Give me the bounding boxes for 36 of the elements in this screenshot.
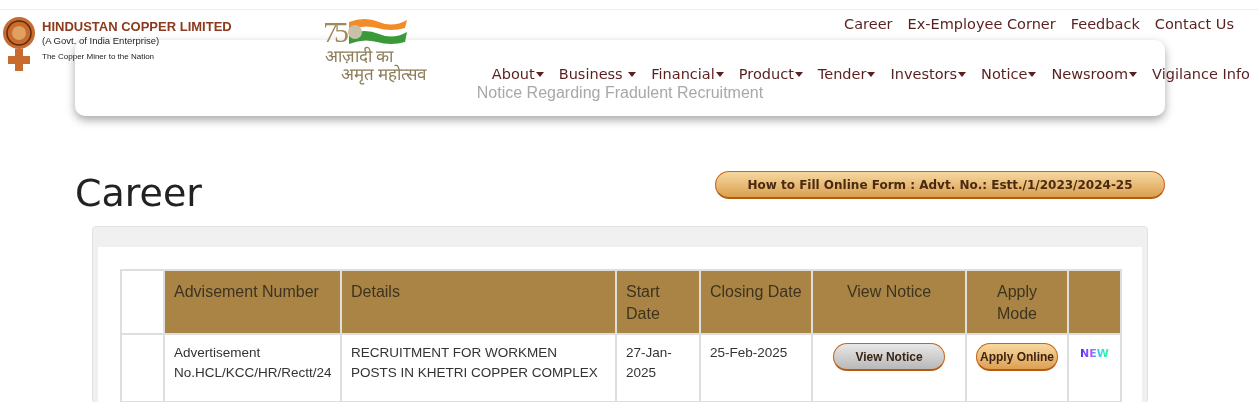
table-cell: Advertisement No.HCL/KCC/HR/Rectt/24 xyxy=(164,334,341,402)
column-header: Advisement Number xyxy=(164,270,341,334)
column-header: View Notice xyxy=(812,270,966,334)
help-button[interactable]: How to Fill Online Form : Advt. No.: Estt./1/2023/2024-25 xyxy=(715,171,1165,199)
column-header: Apply Mode xyxy=(966,270,1068,334)
nav-link[interactable]: Business xyxy=(558,66,637,82)
company-subtitle: (A Govt. of India Enterprise) xyxy=(42,35,161,46)
column-header: Start Date xyxy=(616,270,700,334)
company-tagline: The Copper Miner to the Nation xyxy=(42,52,156,61)
top-link[interactable]: Contact Us xyxy=(1154,16,1234,32)
apply-online-button[interactable]: Apply Online xyxy=(976,343,1058,371)
nav-link[interactable]: About xyxy=(491,66,544,82)
company-name: HINDUSTAN COPPER LIMITED xyxy=(42,19,232,34)
nav-label: About xyxy=(491,66,535,82)
top-link[interactable]: Career xyxy=(844,16,893,32)
top-link[interactable]: Ex-Employee Corner xyxy=(907,16,1056,32)
table-cell: RECRUITMENT FOR WORKMEN POSTS IN KHETRI COPPER COMPLEX xyxy=(341,334,616,402)
page-title: Career xyxy=(75,179,202,207)
column-header: Closing Date xyxy=(700,270,812,334)
company-logo-icon[interactable] xyxy=(2,16,36,72)
nav-link[interactable]: Tender xyxy=(817,66,876,82)
table-cell: 27-Jan-2025 xyxy=(616,334,700,402)
logo-hindi-text: अमृत महोत्सव xyxy=(341,66,428,84)
nav-label: Notice xyxy=(981,66,1028,82)
company-logo-icon xyxy=(3,17,35,71)
new-badge: NEW xyxy=(1080,347,1109,360)
nav-link[interactable]: Notice xyxy=(981,66,1037,82)
view-notice-button[interactable]: View Notice xyxy=(833,343,945,371)
table-cell: 25-Feb-2025 xyxy=(700,334,812,402)
nav-label: Business xyxy=(558,66,624,82)
top-link[interactable]: Feedback xyxy=(1070,16,1140,32)
logo-number: 75 xyxy=(323,16,345,48)
logo-hindi-text: आज़ादी का xyxy=(325,48,394,66)
nav-label: Tender xyxy=(817,66,867,82)
column-header: Details xyxy=(341,270,616,334)
nav-link[interactable]: Vigilance Info xyxy=(1152,66,1250,82)
